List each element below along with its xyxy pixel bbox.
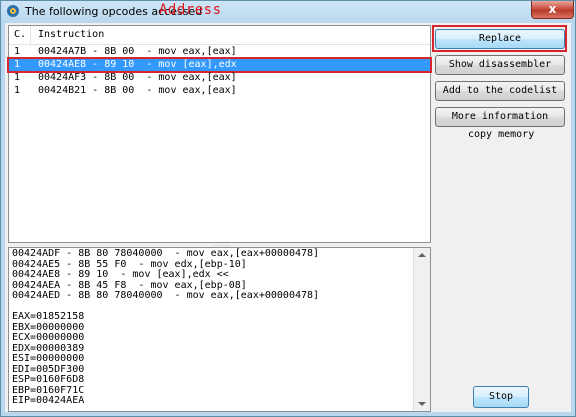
add-to-codelist-button[interactable]: Add to the codelist <box>435 81 565 101</box>
vertical-scrollbar[interactable] <box>413 248 430 411</box>
column-divider[interactable] <box>30 26 31 44</box>
scroll-down-icon[interactable] <box>418 402 426 406</box>
row-instruction: 00424AE8 - 89 10 - mov [eax],edx <box>38 59 237 70</box>
list-row[interactable]: 1 00424B21 - 8B 00 - mov eax,[eax] <box>9 85 430 97</box>
list-row[interactable]: 1 00424A7B - 8B 00 - mov eax,[eax] <box>9 46 430 58</box>
scroll-up-icon[interactable] <box>418 253 426 257</box>
details-text[interactable]: 00424ADF - 8B 80 78040000 - mov eax,[eax… <box>12 248 319 407</box>
column-header-count[interactable]: C. <box>14 29 26 40</box>
row-count: 1 <box>14 85 21 96</box>
client-area: C. Instruction 1 00424A7B - 8B 00 - mov e… <box>5 23 571 412</box>
list-row[interactable]: 1 00424AF3 - 8B 00 - mov eax,[eax] <box>9 72 430 84</box>
show-disassembler-button[interactable]: Show disassembler <box>435 55 565 75</box>
stop-button[interactable]: Stop <box>473 386 529 408</box>
row-instruction: 00424AF3 - 8B 00 - mov eax,[eax] <box>38 72 237 83</box>
details-panel[interactable]: 00424ADF - 8B 80 78040000 - mov eax,[eax… <box>8 247 431 412</box>
row-count: 1 <box>14 46 21 57</box>
cheat-engine-icon <box>7 5 19 17</box>
row-instruction: 00424A7B - 8B 00 - mov eax,[eax] <box>38 46 237 57</box>
more-information-button[interactable]: More information <box>435 107 565 127</box>
column-header-instruction[interactable]: Instruction <box>38 29 104 40</box>
row-instruction: 00424B21 - 8B 00 - mov eax,[eax] <box>38 85 237 96</box>
close-icon: x <box>548 2 557 16</box>
row-count: 1 <box>14 72 21 83</box>
list-header: C. Instruction <box>9 26 430 45</box>
copy-memory-label[interactable]: copy memory <box>468 129 534 140</box>
close-button[interactable]: x <box>531 1 574 19</box>
title-bar[interactable]: The following opcodes accessed Address x <box>1 1 575 23</box>
list-row[interactable]: 1 00424AE8 - 89 10 - mov [eax],edx <box>7 57 432 73</box>
opcode-window: The following opcodes accessed Address x… <box>0 0 576 417</box>
row-count: 1 <box>14 59 21 70</box>
replace-button[interactable]: Replace <box>435 29 565 49</box>
opcode-list[interactable]: C. Instruction 1 00424A7B - 8B 00 - mov e… <box>7 25 432 243</box>
title-annotation: Address <box>159 2 222 18</box>
